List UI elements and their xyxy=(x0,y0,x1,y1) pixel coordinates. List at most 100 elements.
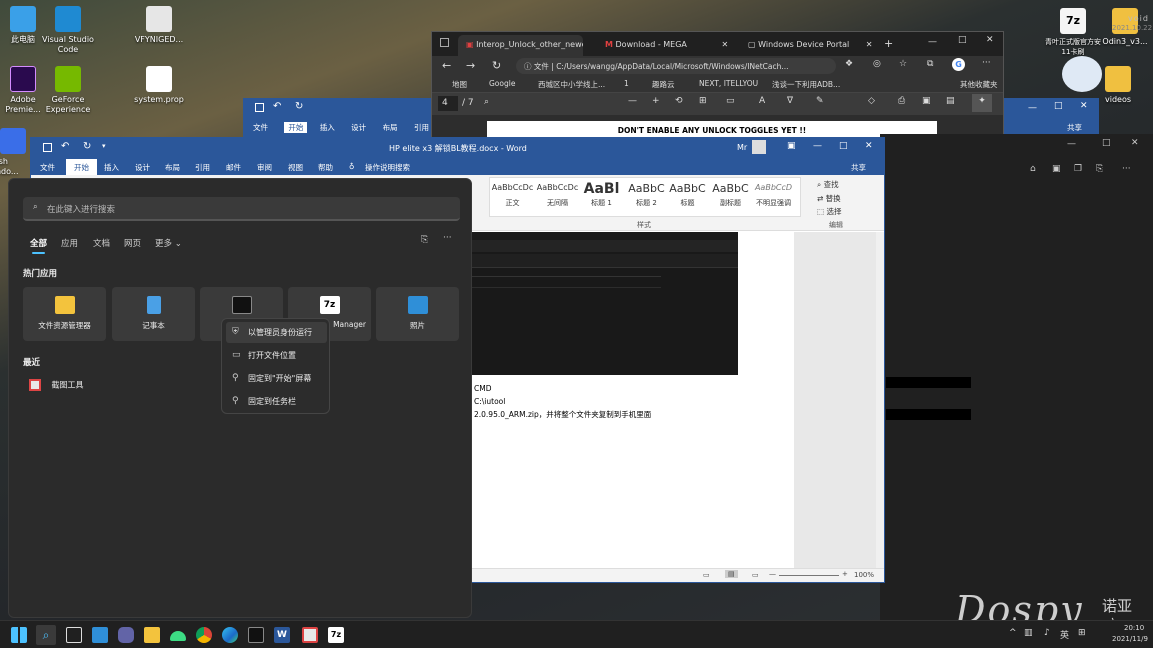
filter-all[interactable]: 全部 xyxy=(30,237,47,254)
filter-documents[interactable]: 文档 xyxy=(93,237,110,249)
save-as-icon[interactable]: ▤ xyxy=(946,96,955,106)
bookmark-qulu[interactable]: 趣路云 xyxy=(652,79,675,90)
bookmark-adb[interactable]: 浅谈一下利用ADB... xyxy=(772,79,840,90)
zoom-level[interactable]: 100% xyxy=(854,571,874,579)
read-aloud-icon[interactable]: A xyxy=(759,96,765,106)
style-title[interactable]: AaBbC 标题 xyxy=(665,183,710,208)
snipping-tool-icon[interactable] xyxy=(302,627,318,643)
menu-review[interactable]: 审阅 xyxy=(257,162,272,173)
vertical-scrollbar[interactable] xyxy=(876,232,884,569)
bookmark-map[interactable]: 地图 xyxy=(452,79,467,90)
clock-time[interactable]: 20:10 xyxy=(1124,624,1144,632)
save-icon[interactable]: ▣ xyxy=(1052,164,1061,174)
edit-icon[interactable]: ⌂ xyxy=(1030,164,1036,174)
terminal-icon[interactable] xyxy=(248,627,264,643)
bookmark-next-itellyou[interactable]: NEXT, ITELLYOU xyxy=(699,79,758,88)
tile-file-explorer[interactable]: 文件资源管理器 xyxy=(23,287,106,341)
tile-notepad[interactable]: 记事本 xyxy=(112,287,195,341)
search-button[interactable]: ⌕ xyxy=(36,625,56,645)
menu-mailings[interactable]: 邮件 xyxy=(226,162,241,173)
7zip-icon[interactable]: 7z xyxy=(328,627,344,643)
share-icon[interactable]: ⎘ xyxy=(1096,164,1103,174)
erase-icon[interactable]: ◇ xyxy=(868,96,875,106)
close-icon[interactable]: ✕ xyxy=(1080,101,1088,111)
tile-photos[interactable]: 照片 xyxy=(376,287,459,341)
teams-chat-icon[interactable] xyxy=(118,627,134,643)
new-tab-icon[interactable]: + xyxy=(884,37,893,50)
menu-home[interactable]: 开始 xyxy=(66,159,97,175)
menu-layout[interactable]: 布局 xyxy=(383,123,398,132)
favorites-icon[interactable]: ☆ xyxy=(899,59,907,69)
save-icon[interactable] xyxy=(43,143,52,152)
tab-actions-icon[interactable] xyxy=(440,38,449,47)
print-layout-icon[interactable]: ▤ xyxy=(725,570,738,578)
menu-references[interactable]: 引用 xyxy=(414,123,429,132)
network-icon[interactable]: ▥ xyxy=(1024,628,1033,638)
minimize-icon[interactable]: — xyxy=(813,141,822,151)
more-options-icon[interactable]: ··· xyxy=(443,233,452,243)
menu-home[interactable]: 开始 xyxy=(284,122,308,133)
bookmark-other-favorites[interactable]: 其他收藏夹 xyxy=(960,79,998,90)
refresh-icon[interactable]: ↻ xyxy=(492,59,501,72)
menu-item-pin-to-taskbar[interactable]: ⚲ 固定到任务栏 xyxy=(226,391,327,412)
tab-interop-unlock[interactable]: ▣ Interop_Unlock_other_newer_C... ✕ xyxy=(458,35,583,56)
share-button[interactable]: 共享 xyxy=(1067,122,1082,133)
menu-layout[interactable]: 布局 xyxy=(165,162,180,173)
redo-icon[interactable]: ↻ xyxy=(295,101,303,112)
collections-icon[interactable]: ⧉ xyxy=(927,59,933,69)
bookmark-1[interactable]: 1 xyxy=(624,79,629,88)
word-back-window-right[interactable]: — □ ✕ 共享 xyxy=(1002,98,1099,134)
close-icon[interactable]: ✕ xyxy=(865,141,873,151)
minimize-icon[interactable]: — xyxy=(1028,103,1037,113)
style-no-spacing[interactable]: AaBbCcDc 无间隔 xyxy=(535,183,580,208)
widgets-icon[interactable] xyxy=(92,627,108,643)
bookmark-xicheng[interactable]: 西城区中小学线上... xyxy=(538,79,605,90)
pin-icon[interactable]: ✦ xyxy=(972,94,992,112)
edge-browser-window[interactable]: ▣ Interop_Unlock_other_newer_C... ✕ M Do… xyxy=(431,31,1004,142)
share-icon[interactable]: ⎘ xyxy=(421,235,428,245)
read-mode-icon[interactable]: ▭ xyxy=(703,571,710,579)
bookmark-google[interactable]: Google xyxy=(489,79,515,88)
filter-apps[interactable]: 应用 xyxy=(61,237,78,249)
tell-me-search[interactable]: 操作说明搜索 xyxy=(365,162,410,173)
volume-icon[interactable]: ♪ xyxy=(1044,628,1050,638)
rotate-icon[interactable]: ⟲ xyxy=(675,96,683,106)
fit-page-icon[interactable]: ⊞ xyxy=(699,96,707,106)
highlight-icon[interactable]: ✎ xyxy=(816,96,824,106)
close-tab-icon[interactable]: ✕ xyxy=(721,40,728,49)
style-subtle-emphasis[interactable]: AaBbCcD 不明显强调 xyxy=(751,183,796,208)
zoom-out-icon[interactable]: — xyxy=(628,96,637,106)
word-icon[interactable]: W xyxy=(274,627,290,643)
tab-device-portal[interactable]: ▢ Windows Device Portal ✕ xyxy=(740,35,880,56)
more-icon[interactable]: ··· xyxy=(1122,164,1131,174)
style-normal[interactable]: AaBbCcDc 正文 xyxy=(490,183,535,208)
menu-view[interactable]: 视图 xyxy=(288,162,303,173)
minimize-icon[interactable]: — xyxy=(928,37,937,47)
menu-item-open-file-location[interactable]: ▭ 打开文件位置 xyxy=(226,345,327,366)
edge-icon[interactable] xyxy=(222,627,238,643)
undo-icon[interactable]: ↶ xyxy=(61,141,69,152)
tab-mega[interactable]: M Download - MEGA ✕ xyxy=(597,35,737,56)
desktop-icon-vscode[interactable]: Visual Studio Code xyxy=(37,6,99,55)
menu-design[interactable]: 设计 xyxy=(351,123,366,132)
read-aloud-icon[interactable]: ◎ xyxy=(873,59,881,69)
photo-viewer-window[interactable]: — □ ✕ ⌂ ▣ ❐ ⎘ ··· xyxy=(880,134,1153,624)
close-icon[interactable]: ✕ xyxy=(1131,138,1139,148)
menu-file[interactable]: 文件 xyxy=(253,123,268,132)
search-icon[interactable]: ⌕ xyxy=(484,97,489,107)
clock-date[interactable]: 2021/11/9 xyxy=(1112,635,1148,643)
menu-file[interactable]: 文件 xyxy=(40,162,55,173)
menu-item-run-as-admin[interactable]: ⛨ 以管理员身份运行 xyxy=(226,322,327,343)
forward-icon[interactable]: → xyxy=(466,59,475,72)
style-heading-1[interactable]: AaBl 标题 1 xyxy=(579,182,624,208)
avatar[interactable] xyxy=(752,140,766,154)
save-icon[interactable] xyxy=(255,103,264,112)
maximize-icon[interactable]: □ xyxy=(839,141,848,151)
customize-qat-icon[interactable]: ▾ xyxy=(102,142,106,150)
desktop-icon-geforce[interactable]: GeForce Experience xyxy=(37,66,99,115)
filter-more[interactable]: 更多 ⌄ xyxy=(155,237,182,249)
find-button[interactable]: ⌕ 查找 xyxy=(817,179,839,190)
menu-help[interactable]: 帮助 xyxy=(318,162,333,173)
share-button[interactable]: 共享 xyxy=(851,162,866,173)
maximize-icon[interactable]: □ xyxy=(1102,138,1111,148)
